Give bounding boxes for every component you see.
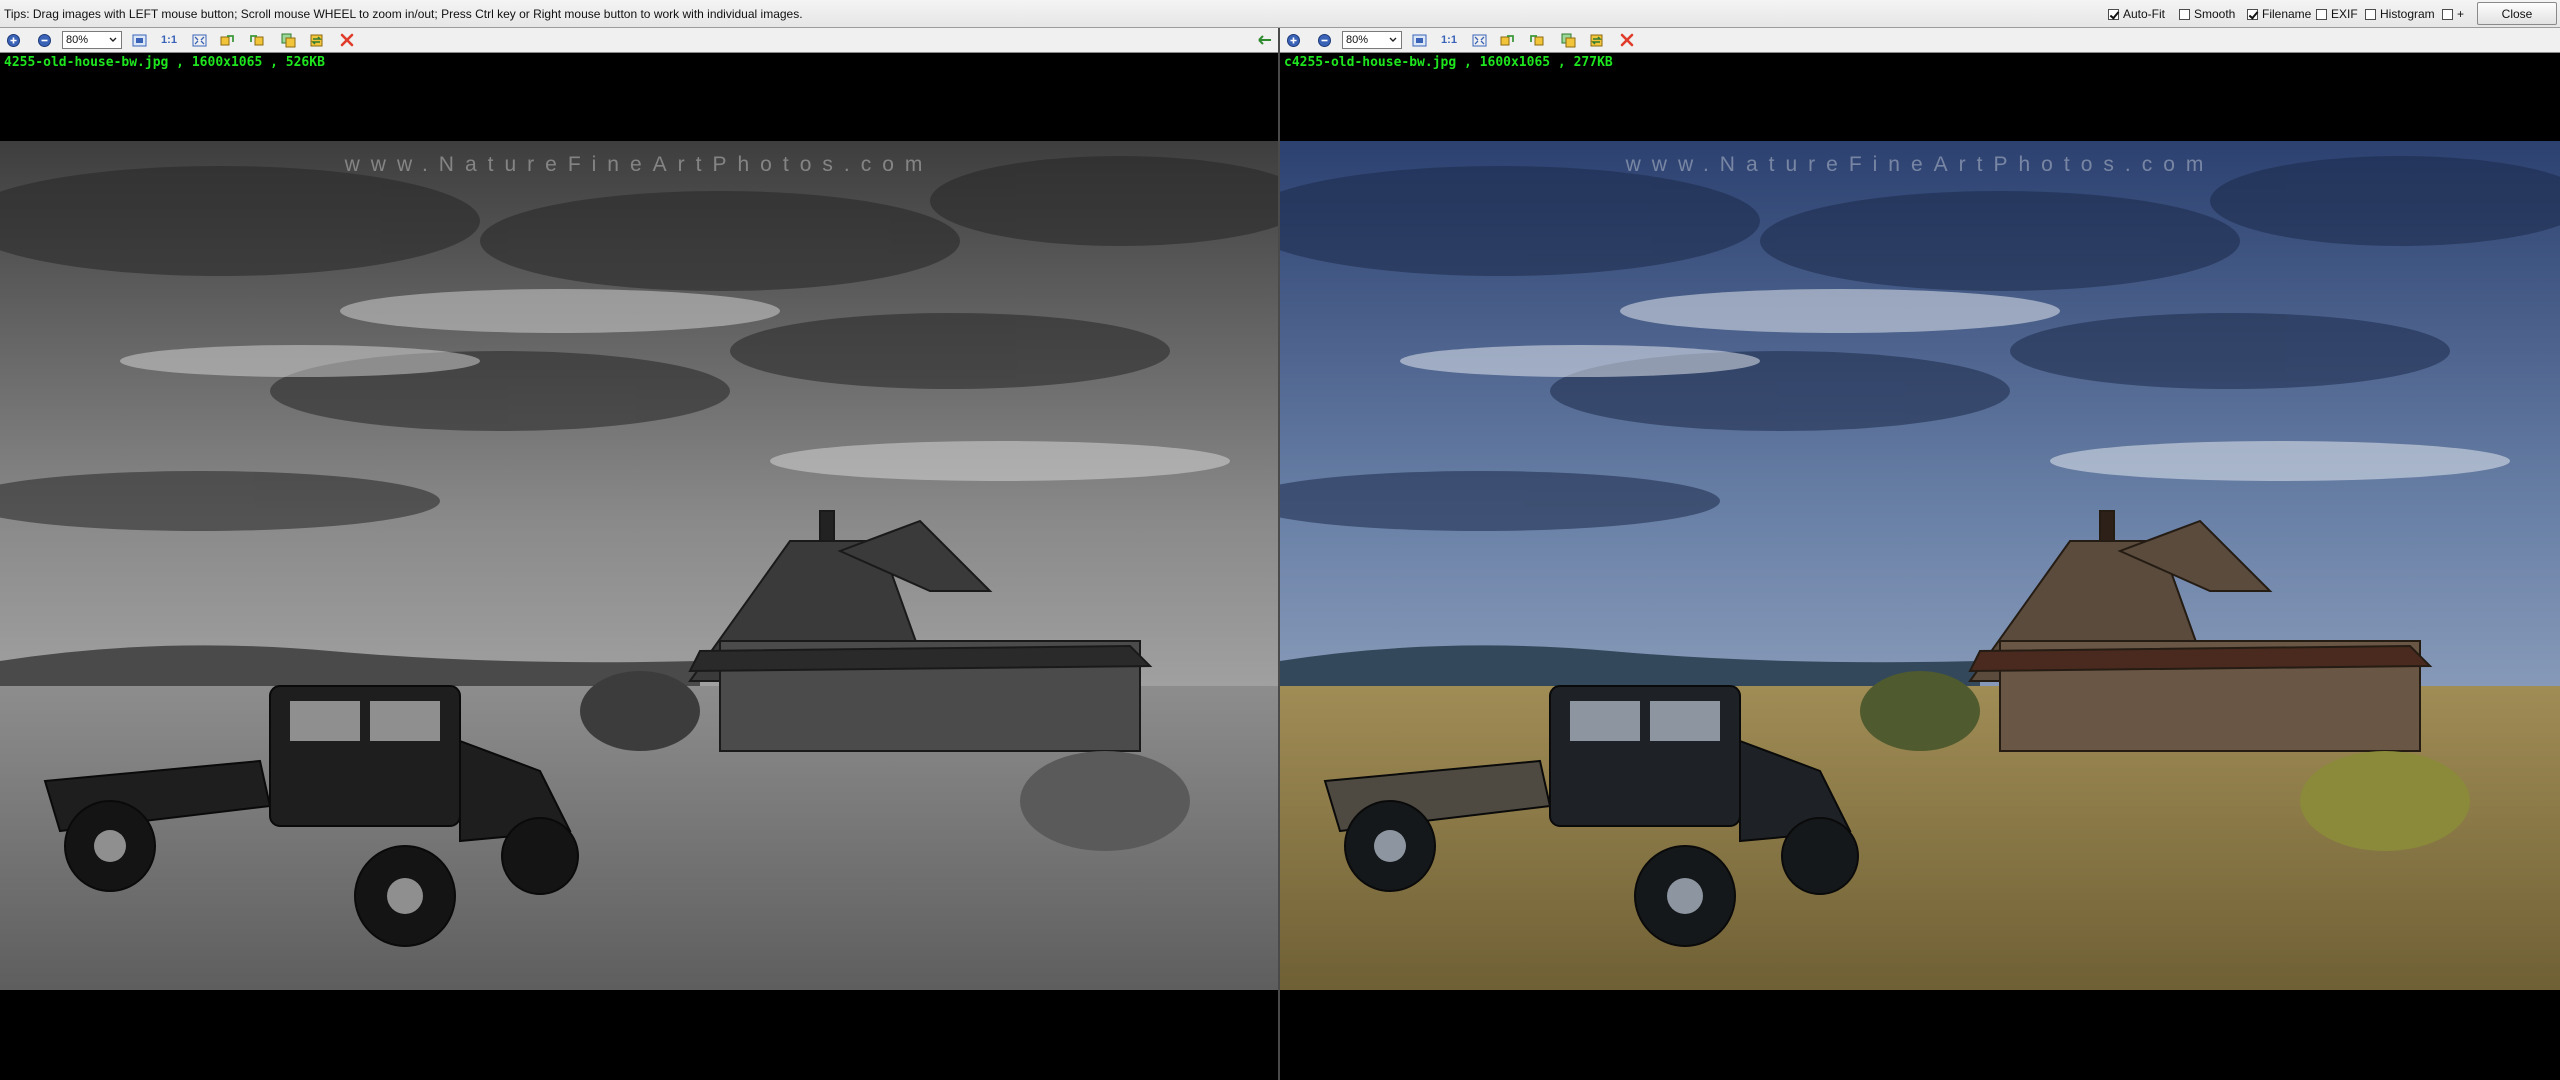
zoom-level-value: 80% <box>66 34 89 46</box>
plus-checkbox[interactable] <box>2442 8 2453 20</box>
histogram-checkbox[interactable] <box>2365 8 2376 20</box>
actual-size-button[interactable]: 1:1 <box>1438 31 1460 49</box>
smooth-checkbox[interactable] <box>2179 8 2190 20</box>
right-file-info: c4255-old-house-bw.jpg , 1600x1065 , 277… <box>1284 55 1613 70</box>
auto-fit-checkbox[interactable] <box>2108 8 2119 20</box>
histogram-option[interactable]: Histogram <box>2365 6 2435 22</box>
auto-fit-label: Auto-Fit <box>2123 7 2166 21</box>
filename-option[interactable]: Filename <box>2247 6 2311 22</box>
tips-bar: Tips: Drag images with LEFT mouse button… <box>0 0 2560 28</box>
sync-right-icon[interactable] <box>1527 31 1545 49</box>
sync-right-icon[interactable] <box>247 31 265 49</box>
swap-images-icon[interactable] <box>1587 31 1605 49</box>
auto-fit-option[interactable]: Auto-Fit <box>2108 6 2165 22</box>
filename-label: Filename <box>2262 7 2312 21</box>
zoom-in-icon[interactable] <box>1284 31 1302 49</box>
sync-left-icon[interactable] <box>1498 31 1516 49</box>
right-watermark: www.NatureFineArtPhotos.com <box>1625 153 2215 176</box>
left-photo-bw[interactable]: www.NatureFineArtPhotos.com <box>0 141 1278 990</box>
fit-to-screen-icon[interactable] <box>190 31 208 49</box>
old-house-color-image <box>1280 141 2560 990</box>
left-watermark: www.NatureFineArtPhotos.com <box>344 153 934 176</box>
copy-image-icon[interactable] <box>279 31 297 49</box>
exif-checkbox[interactable] <box>2316 8 2327 20</box>
zoom-level-select[interactable]: 80% <box>1342 31 1402 49</box>
smooth-label: Smooth <box>2194 7 2236 21</box>
tips-text: Tips: Drag images with LEFT mouse button… <box>4 7 803 21</box>
swap-images-icon[interactable] <box>307 31 325 49</box>
left-pane-toolbar: 80% 1:1 <box>0 28 1278 53</box>
zoom-level-select[interactable]: 80% <box>62 31 122 49</box>
close-button[interactable]: Close <box>2477 2 2557 25</box>
left-image-pane[interactable]: 80% 1:1 4255-old-house-bw.jpg , 1600x106… <box>0 28 1278 1080</box>
zoom-out-icon[interactable] <box>35 31 53 49</box>
filename-checkbox[interactable] <box>2247 8 2258 20</box>
plus-option[interactable]: + <box>2442 6 2464 22</box>
old-house-bw-image <box>0 141 1278 990</box>
zoom-out-icon[interactable] <box>1315 31 1333 49</box>
exif-label: EXIF <box>2331 7 2358 21</box>
sync-left-icon[interactable] <box>218 31 236 49</box>
exif-option[interactable]: EXIF <box>2316 6 2358 22</box>
zoom-in-icon[interactable] <box>4 31 22 49</box>
histogram-label: Histogram <box>2380 7 2435 21</box>
back-arrow-icon[interactable] <box>1258 34 1272 46</box>
right-image-pane[interactable]: 80% 1:1 c4255-old-house-bw.jpg , 1600x10… <box>1280 28 2560 1080</box>
actual-size-button[interactable]: 1:1 <box>158 31 180 49</box>
copy-image-icon[interactable] <box>1559 31 1577 49</box>
plus-label: + <box>2457 7 2465 21</box>
smooth-option[interactable]: Smooth <box>2179 6 2235 22</box>
close-image-icon[interactable] <box>1618 31 1636 49</box>
zoom-level-value: 80% <box>1346 34 1369 46</box>
fit-window-icon[interactable] <box>1410 31 1428 49</box>
fit-window-icon[interactable] <box>130 31 148 49</box>
right-photo-color[interactable]: www.NatureFineArtPhotos.com <box>1280 141 2560 990</box>
close-image-icon[interactable] <box>338 31 356 49</box>
fit-to-screen-icon[interactable] <box>1470 31 1488 49</box>
left-file-info: 4255-old-house-bw.jpg , 1600x1065 , 526K… <box>4 55 325 70</box>
right-pane-toolbar: 80% 1:1 <box>1280 28 2560 53</box>
